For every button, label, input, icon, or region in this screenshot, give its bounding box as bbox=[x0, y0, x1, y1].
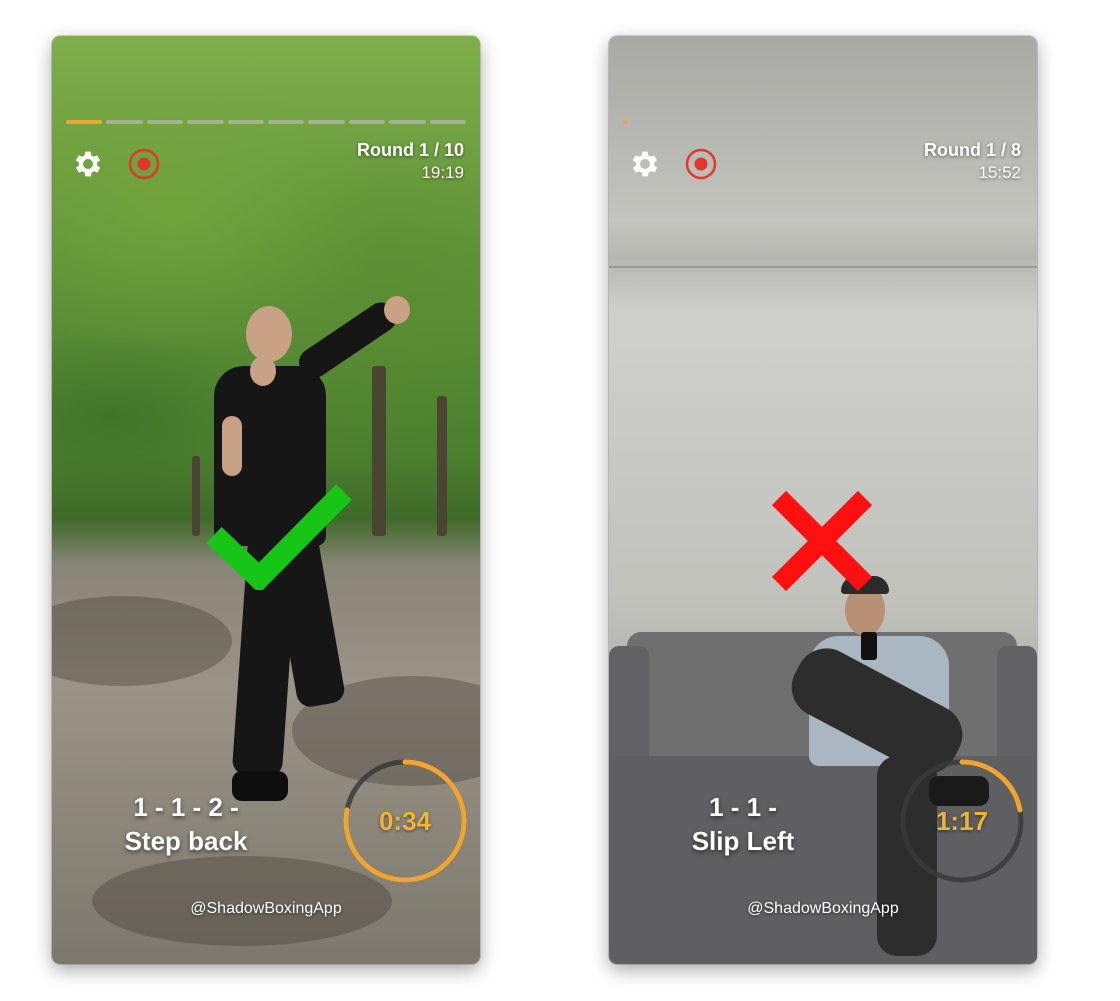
combo-instruction: 1 - 1 - Slip Left bbox=[609, 790, 883, 858]
round-progress-bar bbox=[623, 120, 1023, 124]
progress-segment bbox=[875, 120, 922, 124]
round-info: Round 1 / 10 19:19 bbox=[357, 140, 464, 183]
progress-segment bbox=[623, 120, 670, 124]
gear-icon bbox=[75, 151, 101, 177]
app-handle: @ShadowBoxingApp bbox=[190, 900, 342, 917]
cross-icon bbox=[771, 490, 873, 592]
app-handle: @ShadowBoxingApp bbox=[747, 900, 899, 917]
tree-trunk bbox=[437, 396, 447, 536]
progress-segment bbox=[926, 120, 973, 124]
settings-button[interactable] bbox=[625, 144, 665, 184]
time-of-day: 19:19 bbox=[421, 163, 464, 182]
progress-segment bbox=[673, 120, 720, 124]
progress-segment bbox=[268, 120, 305, 124]
checkmark-icon bbox=[206, 484, 352, 590]
progress-segment bbox=[348, 120, 386, 124]
round-info: Round 1 / 8 15:52 bbox=[924, 140, 1021, 183]
progress-segment bbox=[774, 120, 821, 124]
tree-trunk bbox=[192, 456, 200, 536]
round-progress-bar bbox=[66, 120, 467, 124]
tree-trunk bbox=[372, 366, 386, 536]
round-timer: 1:17 bbox=[897, 756, 1027, 886]
progress-segment bbox=[825, 120, 872, 124]
progress-segment bbox=[146, 120, 184, 124]
record-icon bbox=[128, 148, 160, 180]
combo-line-2: Slip Left bbox=[691, 826, 795, 856]
progress-segment bbox=[106, 120, 143, 124]
combo-line-1: 1 - 1 - 2 - bbox=[133, 792, 239, 822]
progress-segment bbox=[976, 120, 1023, 124]
combo-line-1: 1 - 1 - bbox=[709, 792, 777, 822]
progress-segment bbox=[308, 120, 345, 124]
progress-segment bbox=[429, 120, 467, 124]
combo-instruction: 1 - 1 - 2 - Step back bbox=[52, 790, 326, 858]
combo-line-2: Step back bbox=[124, 826, 248, 856]
left-app-screen: Round 1 / 10 19:19 1 - 1 - 2 - Step back… bbox=[52, 36, 480, 964]
ceiling-edge bbox=[609, 266, 1037, 268]
progress-segment bbox=[66, 120, 103, 124]
round-label: Round 1 / 10 bbox=[356, 140, 464, 160]
timer-value: 1:17 bbox=[935, 805, 989, 836]
progress-segment bbox=[227, 120, 265, 124]
record-button[interactable] bbox=[681, 144, 721, 184]
record-icon bbox=[685, 148, 717, 180]
record-button[interactable] bbox=[124, 144, 164, 184]
right-app-screen: Round 1 / 8 15:52 1 - 1 - Slip Left 1:17… bbox=[609, 36, 1037, 964]
progress-segment bbox=[724, 120, 771, 124]
time-of-day: 15:52 bbox=[978, 163, 1021, 182]
timer-value: 0:34 bbox=[378, 805, 432, 836]
gear-icon bbox=[632, 151, 658, 177]
settings-button[interactable] bbox=[68, 144, 108, 184]
round-label: Round 1 / 8 bbox=[923, 140, 1021, 160]
round-timer: 0:34 bbox=[340, 756, 470, 886]
progress-segment bbox=[187, 120, 224, 124]
progress-segment bbox=[389, 120, 426, 124]
